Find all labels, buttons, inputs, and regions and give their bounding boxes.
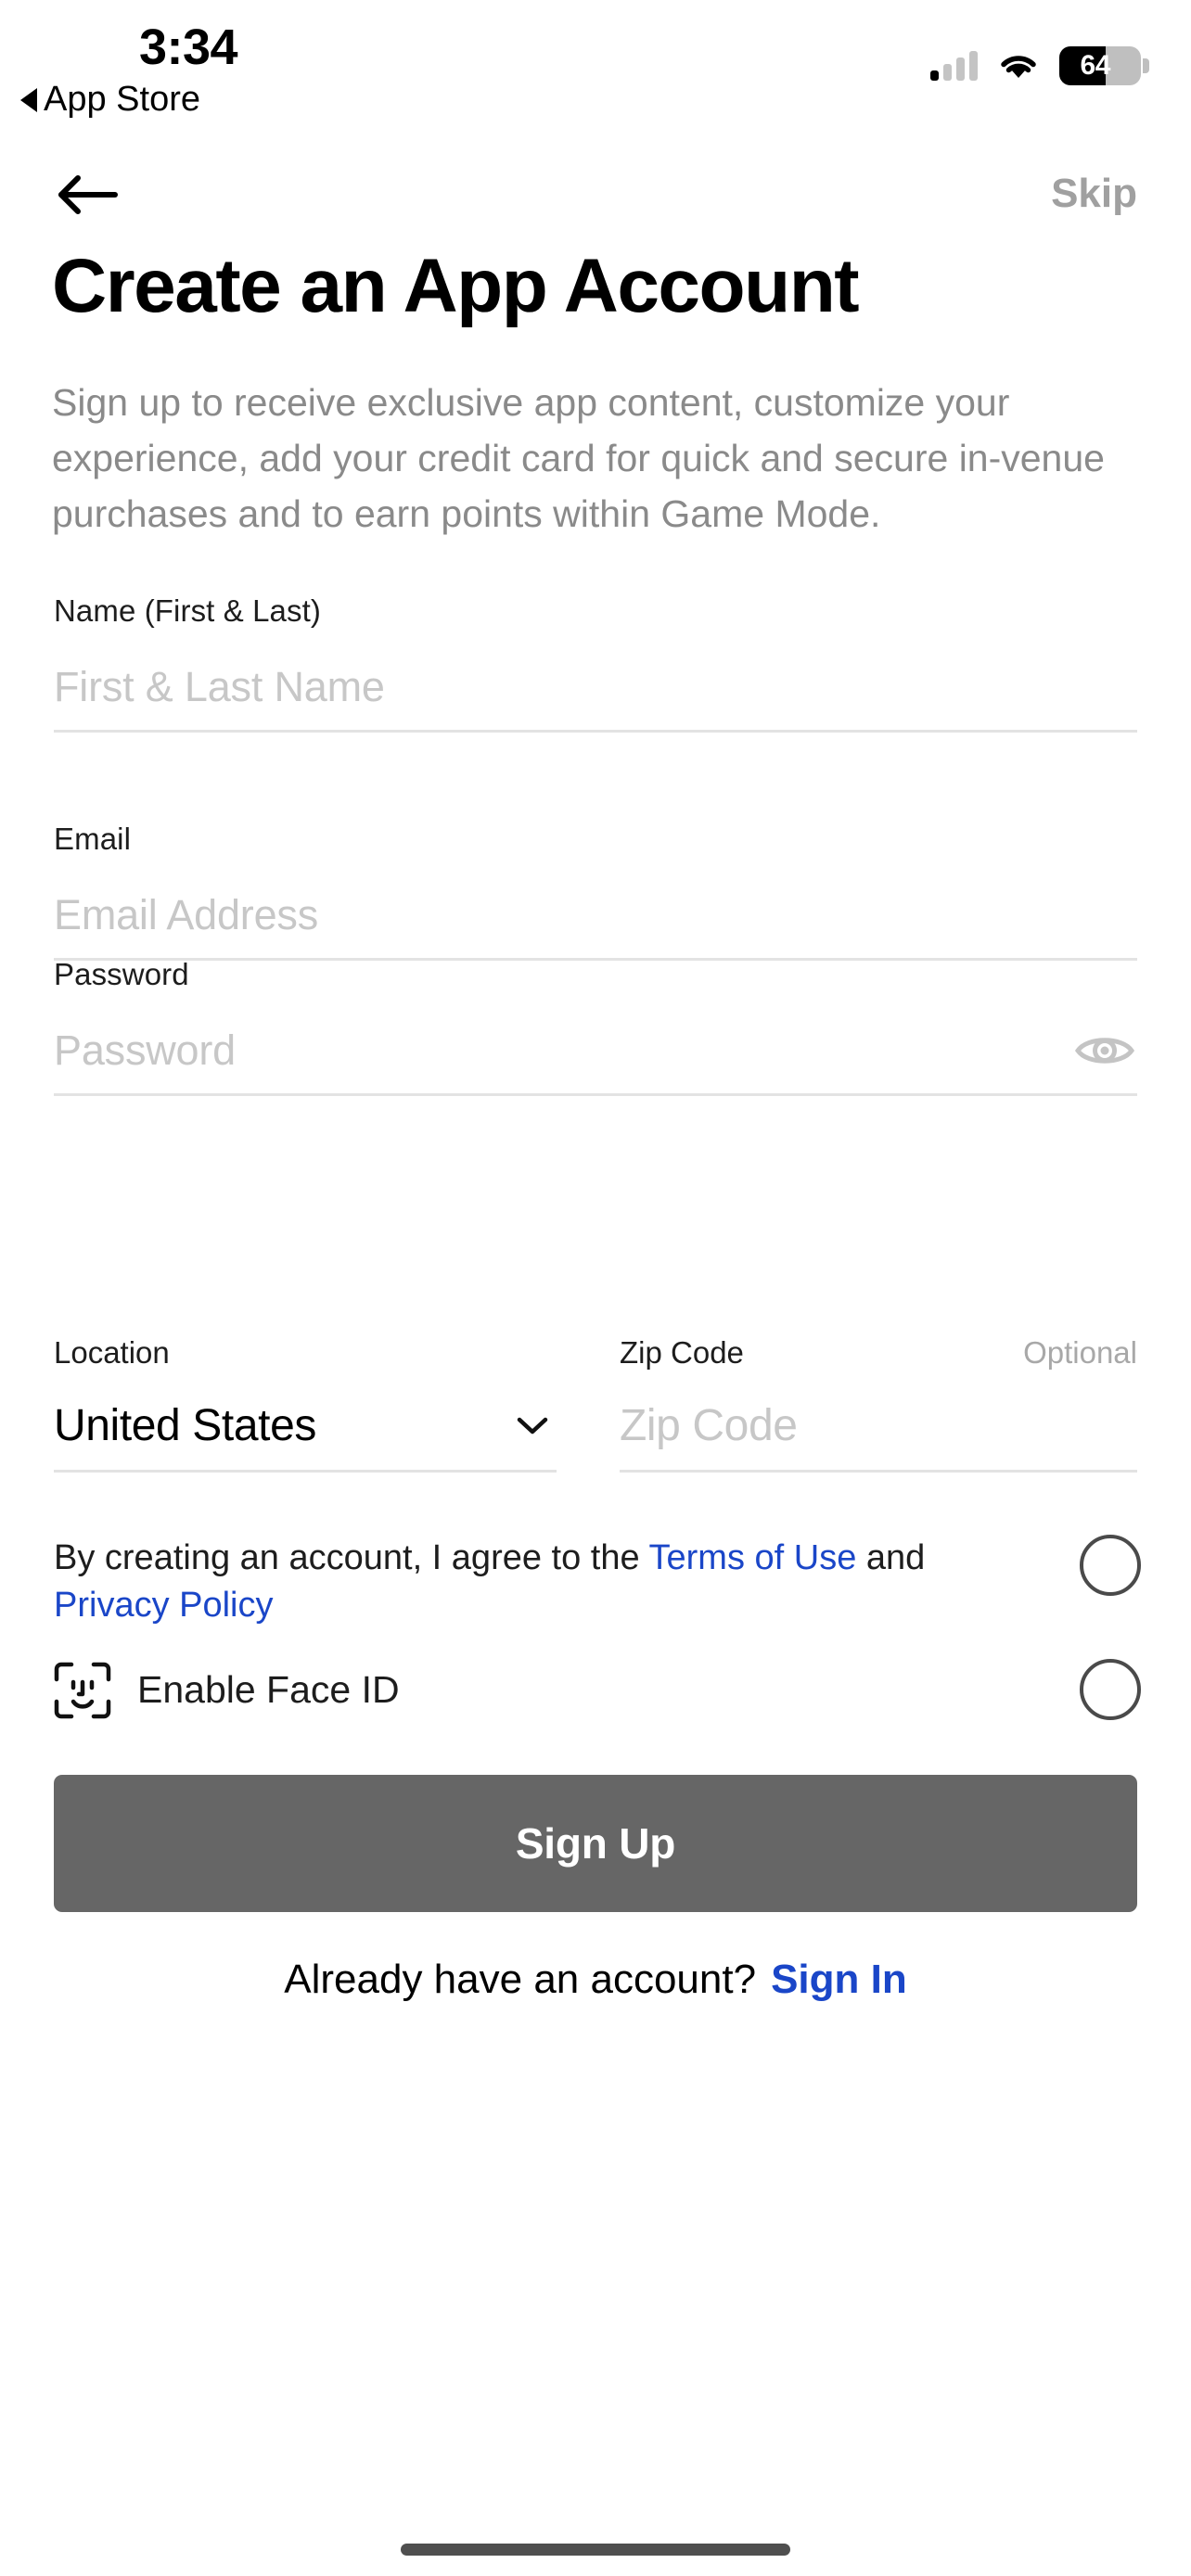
signin-prompt-text: Already have an account? [284,1957,757,2002]
zip-field-group: Zip Code Optional Zip Code [620,1335,1137,1473]
email-field-label: Email [54,822,132,856]
signup-screen: 3:34 App Store 64 Skip Create an App Acc… [0,0,1191,2576]
email-input-placeholder: Email Address [54,891,319,938]
faceid-checkbox[interactable] [1080,1658,1141,1720]
skip-button[interactable]: Skip [1051,171,1137,217]
battery-percent-label: 64 [1080,50,1111,81]
zip-field-label: Zip Code [620,1335,744,1370]
cellular-signal-icon [930,51,978,81]
terms-consent-row: By creating an account, I agree to the T… [54,1535,1141,1629]
name-field-group: Name (First & Last) First & Last Name [54,593,1137,733]
battery-icon: 64 [1059,46,1149,85]
navigation-bar: Skip [0,158,1191,241]
terms-consent-text: By creating an account, I agree to the T… [54,1535,991,1629]
password-input[interactable]: Password [54,1016,1137,1096]
back-arrow-button[interactable] [54,165,124,224]
terms-middle: and [856,1538,926,1577]
password-field-group: Password Password [54,957,1137,1096]
zip-input[interactable]: Zip Code [620,1393,1137,1473]
chevron-down-icon [516,1415,549,1435]
location-selected-value: United States [54,1400,316,1450]
location-field-label: Location [54,1335,170,1370]
faceid-label: Enable Face ID [137,1668,400,1712]
eye-icon[interactable] [1074,1031,1135,1070]
terms-of-use-link[interactable]: Terms of Use [649,1538,857,1577]
name-input[interactable]: First & Last Name [54,653,1137,733]
password-field-label: Password [54,957,189,991]
zip-optional-label: Optional [1023,1335,1137,1370]
back-triangle-icon [20,87,37,112]
status-icons: 64 [930,46,1149,85]
name-input-placeholder: First & Last Name [54,663,385,710]
zip-underline [620,1470,1137,1473]
privacy-policy-link[interactable]: Privacy Policy [54,1586,274,1625]
signin-prompt-row: Already have an account? Sign In [0,1957,1191,2003]
zip-input-placeholder: Zip Code [620,1400,798,1450]
terms-consent-checkbox[interactable] [1080,1535,1141,1596]
location-underline [54,1470,557,1473]
signin-link[interactable]: Sign In [771,1957,907,2003]
page-description: Sign up to receive exclusive app content… [52,381,1105,535]
wifi-icon [998,51,1039,81]
signup-button[interactable]: Sign Up [54,1775,1137,1912]
name-input-underline [54,730,1137,733]
consent-block: By creating an account, I agree to the T… [54,1535,1141,1728]
password-input-placeholder: Password [54,1027,236,1074]
email-field-group: Email Email Address [54,822,1137,961]
terms-prefix: By creating an account, I agree to the [54,1538,649,1577]
page-title: Create an App Account [52,244,860,328]
back-to-app-store-button[interactable]: App Store [20,80,200,120]
face-id-icon [54,1662,111,1719]
back-to-app-label: App Store [44,80,200,119]
faceid-row: Enable Face ID [54,1653,1141,1728]
status-bar: 3:34 App Store 64 [0,0,1191,139]
status-time: 3:34 [139,19,238,75]
name-field-label: Name (First & Last) [54,593,321,628]
location-select[interactable]: United States [54,1393,557,1473]
home-indicator [401,2544,790,2556]
location-field-group: Location United States [54,1335,557,1473]
email-input[interactable]: Email Address [54,881,1137,961]
password-input-underline [54,1093,1137,1096]
